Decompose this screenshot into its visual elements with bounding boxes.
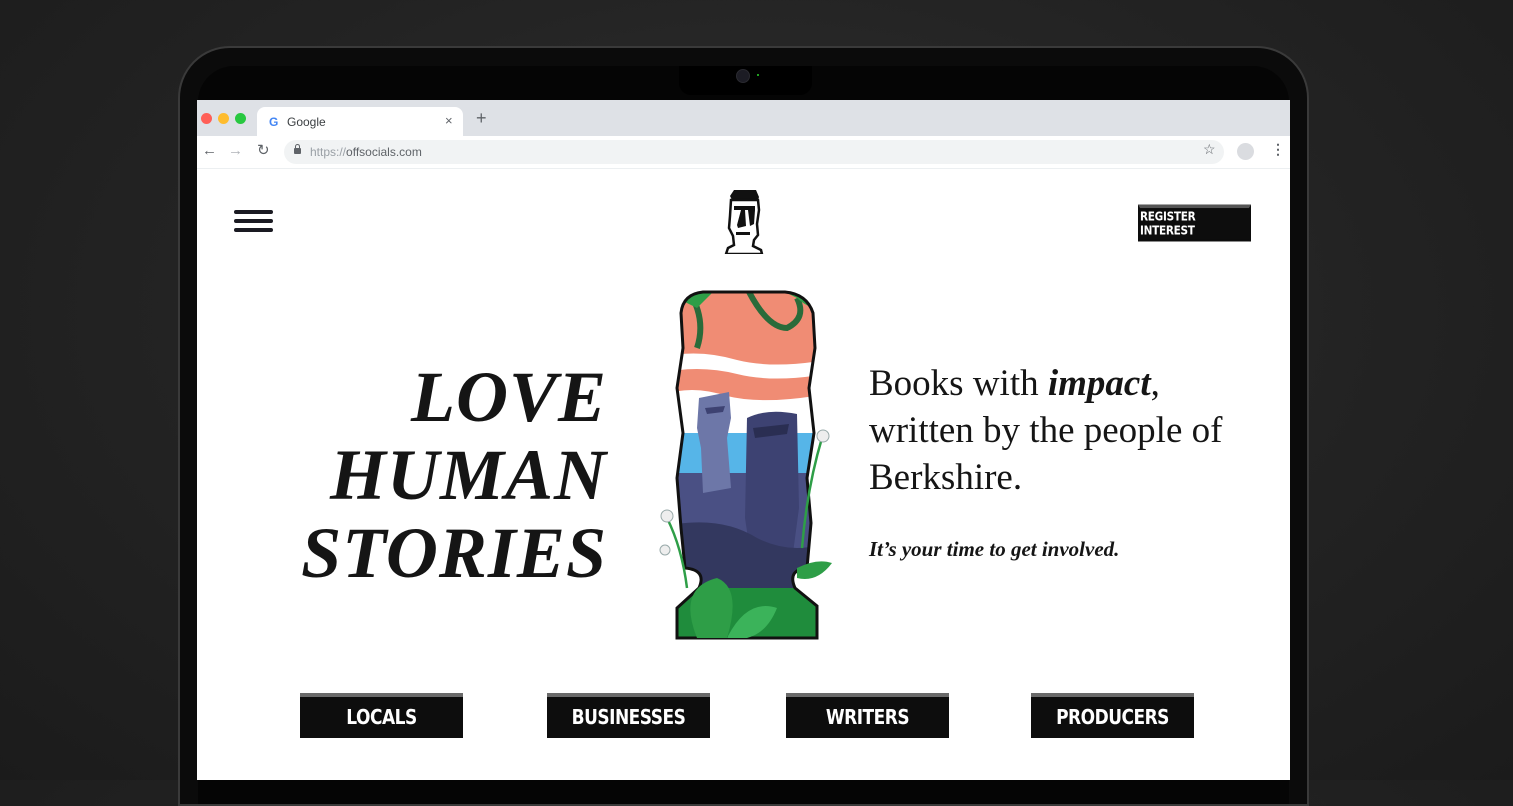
minimize-window-button[interactable] bbox=[218, 113, 229, 124]
businesses-button[interactable]: BUSINESSES bbox=[547, 693, 710, 738]
webcam-icon bbox=[736, 69, 750, 83]
kebab-menu-icon[interactable]: ⋮ bbox=[1271, 142, 1285, 156]
url-text: https://offsocials.com bbox=[310, 145, 422, 159]
camera-led-icon bbox=[757, 74, 759, 76]
forward-arrow-icon[interactable]: → bbox=[228, 142, 243, 160]
back-arrow-icon[interactable]: ← bbox=[202, 142, 217, 160]
producers-button[interactable]: PRODUCERS bbox=[1031, 693, 1194, 738]
register-interest-button[interactable]: REGISTER INTEREST bbox=[1138, 204, 1251, 242]
hero-tagline: Books with impact, written by the people… bbox=[869, 363, 1223, 498]
tab-title: Google bbox=[287, 115, 326, 129]
tagline-emphasis: impact bbox=[1047, 363, 1151, 404]
locals-button[interactable]: LOCALS bbox=[300, 693, 463, 738]
close-window-button[interactable] bbox=[201, 113, 212, 124]
moai-illustration bbox=[659, 290, 832, 640]
browser-toolbar: ← → ↻ https://offsocials.com ☆ ⋮ bbox=[197, 136, 1290, 169]
hamburger-menu-icon[interactable] bbox=[234, 208, 274, 236]
star-icon[interactable]: ☆ bbox=[1203, 142, 1216, 156]
lock-icon bbox=[294, 144, 301, 154]
headline-line-2: HUMAN bbox=[329, 435, 607, 515]
new-tab-button[interactable]: + bbox=[476, 109, 487, 127]
moai-logo-icon[interactable] bbox=[724, 188, 764, 254]
browser-tab[interactable]: G Google × bbox=[257, 107, 463, 136]
camera-notch bbox=[679, 66, 812, 95]
google-favicon-icon: G bbox=[269, 115, 279, 129]
browser-window: G Google × + ← → ↻ https://offsocials.co… bbox=[197, 100, 1290, 780]
hero-subtagline: It’s your time to get involved. bbox=[869, 537, 1120, 561]
hero-headline: LOVE HUMAN STORIES bbox=[267, 358, 607, 592]
headline-line-3: STORIES bbox=[301, 513, 607, 593]
tab-close-icon[interactable]: × bbox=[445, 113, 453, 128]
address-bar[interactable]: https://offsocials.com bbox=[284, 140, 1224, 164]
profile-icon[interactable] bbox=[1237, 143, 1254, 160]
writers-button[interactable]: WRITERS bbox=[786, 693, 949, 738]
tab-strip: G Google × + bbox=[197, 100, 1290, 136]
reload-icon[interactable]: ↻ bbox=[257, 142, 270, 160]
maximize-window-button[interactable] bbox=[235, 113, 246, 124]
headline-line-1: LOVE bbox=[410, 357, 607, 437]
